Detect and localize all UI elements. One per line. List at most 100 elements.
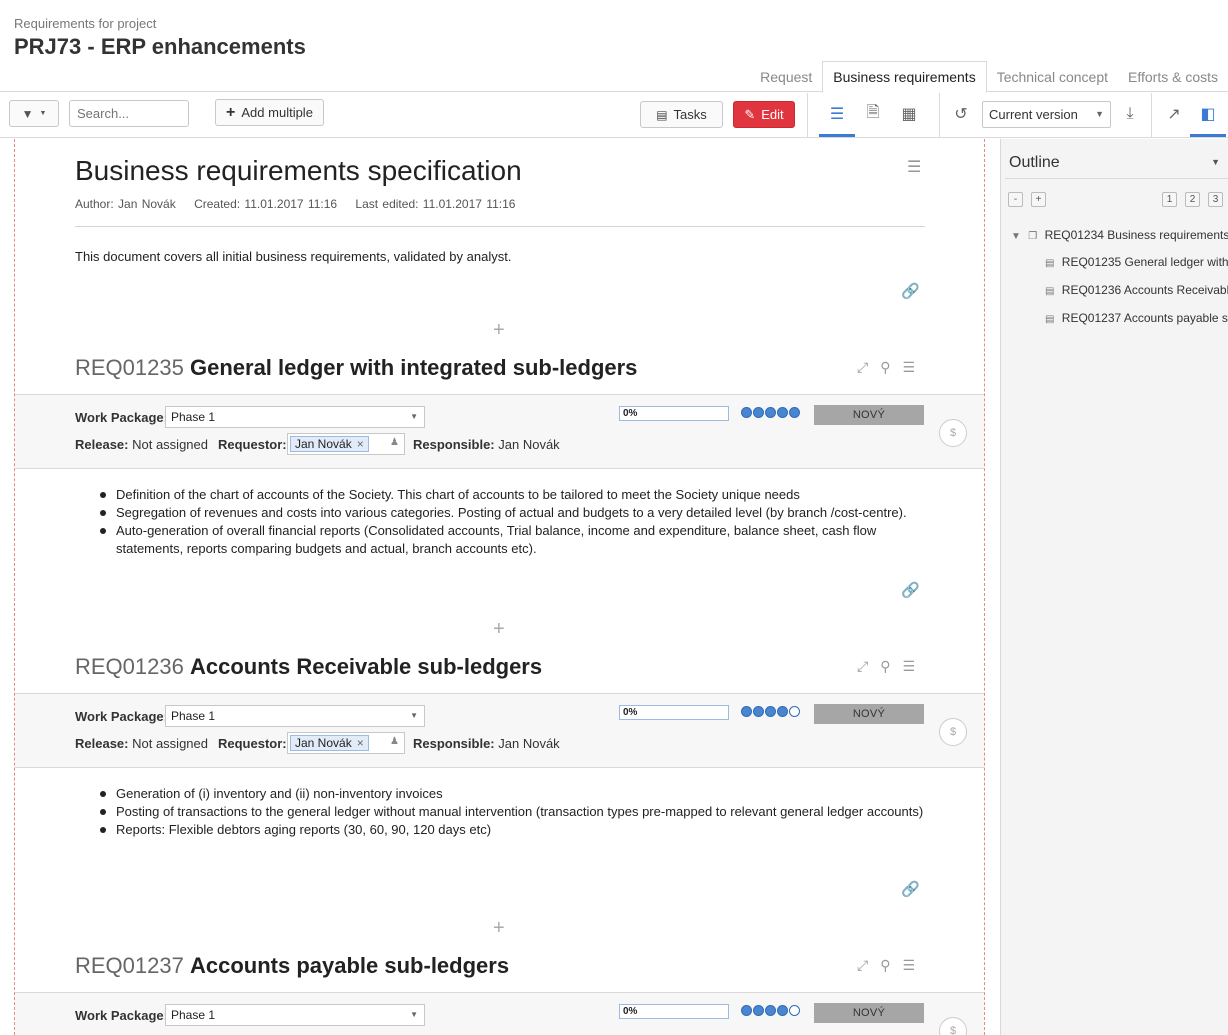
release-field: Release: Not assigned [75,437,208,452]
tasks-button[interactable]: ▤ Tasks [640,101,723,128]
list-item: Posting of transactions to the general l… [98,803,928,821]
priority-rating[interactable] [741,1005,800,1016]
list-item: Reports: Flexible debtors aging reports … [98,821,928,839]
requirement-description: Generation of (i) inventory and (ii) non… [98,785,928,839]
requestor-field[interactable]: Jan Novák × ♟ [287,433,405,455]
status-badge[interactable]: NOVÝ [814,405,924,425]
person-icon[interactable]: ♟ [390,437,399,448]
level-3-button[interactable]: 3 [1208,192,1223,207]
tab-technical-concept[interactable]: Technical concept [987,62,1118,93]
tab-business-requirements[interactable]: Business requirements [822,61,987,93]
requirement-properties: Work Package: Phase 1 ▼ 0% NOVÝ $ [15,992,984,1035]
requirement-description: Definition of the chart of accounts of t… [98,486,928,558]
cost-icon[interactable]: $ [939,419,967,447]
menu-icon[interactable]: ☰ [902,957,915,974]
add-section-icon[interactable]: + [493,618,505,641]
progress-bar: 0% [619,1004,729,1019]
work-package-select[interactable]: Phase 1 ▼ [165,705,425,727]
progress-bar: 0% [619,406,729,421]
add-link-icon[interactable]: 🔗 [901,282,920,300]
table-view-icon[interactable]: ▦ [897,101,921,127]
remove-icon[interactable]: × [357,736,364,750]
add-link-icon[interactable]: 🔗 [901,880,920,898]
share-icon[interactable]: ↗ [1162,101,1186,127]
add-section-icon[interactable]: + [493,917,505,940]
outline-item-name: General ledger with i [1124,255,1228,269]
filter-button[interactable]: ▼ ▼ [9,100,59,127]
toolbar-divider [1151,93,1152,138]
divider [75,226,925,227]
collapse-all-button[interactable]: - [1008,192,1023,207]
priority-rating[interactable] [741,407,800,418]
page-title: PRJ73 - ERP enhancements [14,34,306,59]
document-meta: Author: Jan Novák Created: 11.01.2017 11… [75,197,529,211]
outline-item-id: REQ01234 [1044,228,1104,242]
tab-request[interactable]: Request [750,62,822,93]
expand-icon[interactable]: ⤢ [857,957,868,974]
tab-efforts-costs[interactable]: Efforts & costs [1118,62,1228,93]
outline-item[interactable]: ▤ REQ01237 Accounts payable su [1045,311,1228,325]
expand-all-button[interactable]: + [1031,192,1046,207]
status-badge[interactable]: NOVÝ [814,704,924,724]
requirement-id: REQ01235 [75,355,184,380]
document-author: Author: Jan Novák [75,197,176,211]
work-package-label: Work Package: [75,1008,168,1023]
version-select-value: Current version [989,107,1078,122]
add-multiple-button[interactable]: + Add multiple [215,99,324,126]
level-1-button[interactable]: 1 [1162,192,1177,207]
plus-icon: + [226,103,236,121]
cost-icon[interactable]: $ [939,718,967,746]
outline-item[interactable]: ▤ REQ01236 Accounts Receivable [1045,283,1228,297]
document-icon: ▤ [1045,314,1055,325]
divider [1005,178,1228,179]
add-section-icon[interactable]: + [493,319,505,342]
add-link-icon[interactable]: 🔗 [901,581,920,599]
requirement-actions: ⤢ ⚲ ☰ [857,658,915,675]
add-multiple-label: Add multiple [241,105,313,120]
search-icon[interactable]: ⚲ [880,359,890,376]
search-icon[interactable]: ⚲ [880,957,890,974]
collapse-icon[interactable]: ▼ [1011,231,1021,242]
list-item: Generation of (i) inventory and (ii) non… [98,785,928,803]
toggle-sidebar-icon[interactable]: ◧ [1190,101,1226,137]
version-select[interactable]: Current version ▼ [982,101,1111,128]
requirement-name: Accounts payable sub-ledgers [189,953,510,978]
list-item: Definition of the chart of accounts of t… [98,486,928,504]
list-view-icon[interactable]: ☰ [819,101,855,137]
document-icon: ▤ [1045,258,1055,269]
download-icon[interactable]: ⤓ [1118,101,1142,127]
requirement-properties: Work Package: Phase 1 ▼ Release: Not ass… [15,394,984,469]
chevron-down-icon: ▼ [410,711,418,720]
search-icon[interactable]: ⚲ [880,658,890,675]
cost-icon[interactable]: $ [939,1017,967,1035]
edit-label: Edit [761,107,784,122]
document-view-icon[interactable]: 🗎 [861,101,885,127]
expand-icon[interactable]: ⤢ [857,658,868,675]
chevron-down-icon: ▼ [410,1010,418,1019]
document-menu-icon[interactable]: ☰ [907,157,921,177]
responsible-field: Responsible: Jan Novák [413,437,560,452]
outline-item-name: Business requirements [1107,228,1228,242]
requirement-properties: Work Package: Phase 1 ▼ Release: Not ass… [15,693,984,768]
expand-icon[interactable]: ⤢ [857,359,868,376]
history-icon[interactable]: ↺ [949,101,973,127]
menu-icon[interactable]: ☰ [902,359,915,376]
chevron-down-icon[interactable]: ▼ [1211,157,1220,167]
status-badge[interactable]: NOVÝ [814,1003,924,1023]
outline-item[interactable]: ▤ REQ01235 General ledger with i [1045,255,1228,269]
requestor-tag: Jan Novák × [290,735,369,751]
outline-item-id: REQ01235 [1061,255,1122,269]
priority-rating[interactable] [741,706,800,717]
level-2-button[interactable]: 2 [1185,192,1200,207]
work-package-select[interactable]: Phase 1 ▼ [165,406,425,428]
person-icon[interactable]: ♟ [390,736,399,747]
requirement-title: REQ01237 Accounts payable sub-ledgers [75,953,509,979]
search-input[interactable] [69,100,189,127]
requestor-field[interactable]: Jan Novák × ♟ [287,732,405,754]
responsible-field: Responsible: Jan Novák [413,736,560,751]
menu-icon[interactable]: ☰ [902,658,915,675]
work-package-select[interactable]: Phase 1 ▼ [165,1004,425,1026]
edit-button[interactable]: ✎ Edit [733,101,795,128]
outline-root-item[interactable]: ▼ ❐ REQ01234 Business requirements [1011,228,1228,242]
remove-icon[interactable]: × [357,437,364,451]
